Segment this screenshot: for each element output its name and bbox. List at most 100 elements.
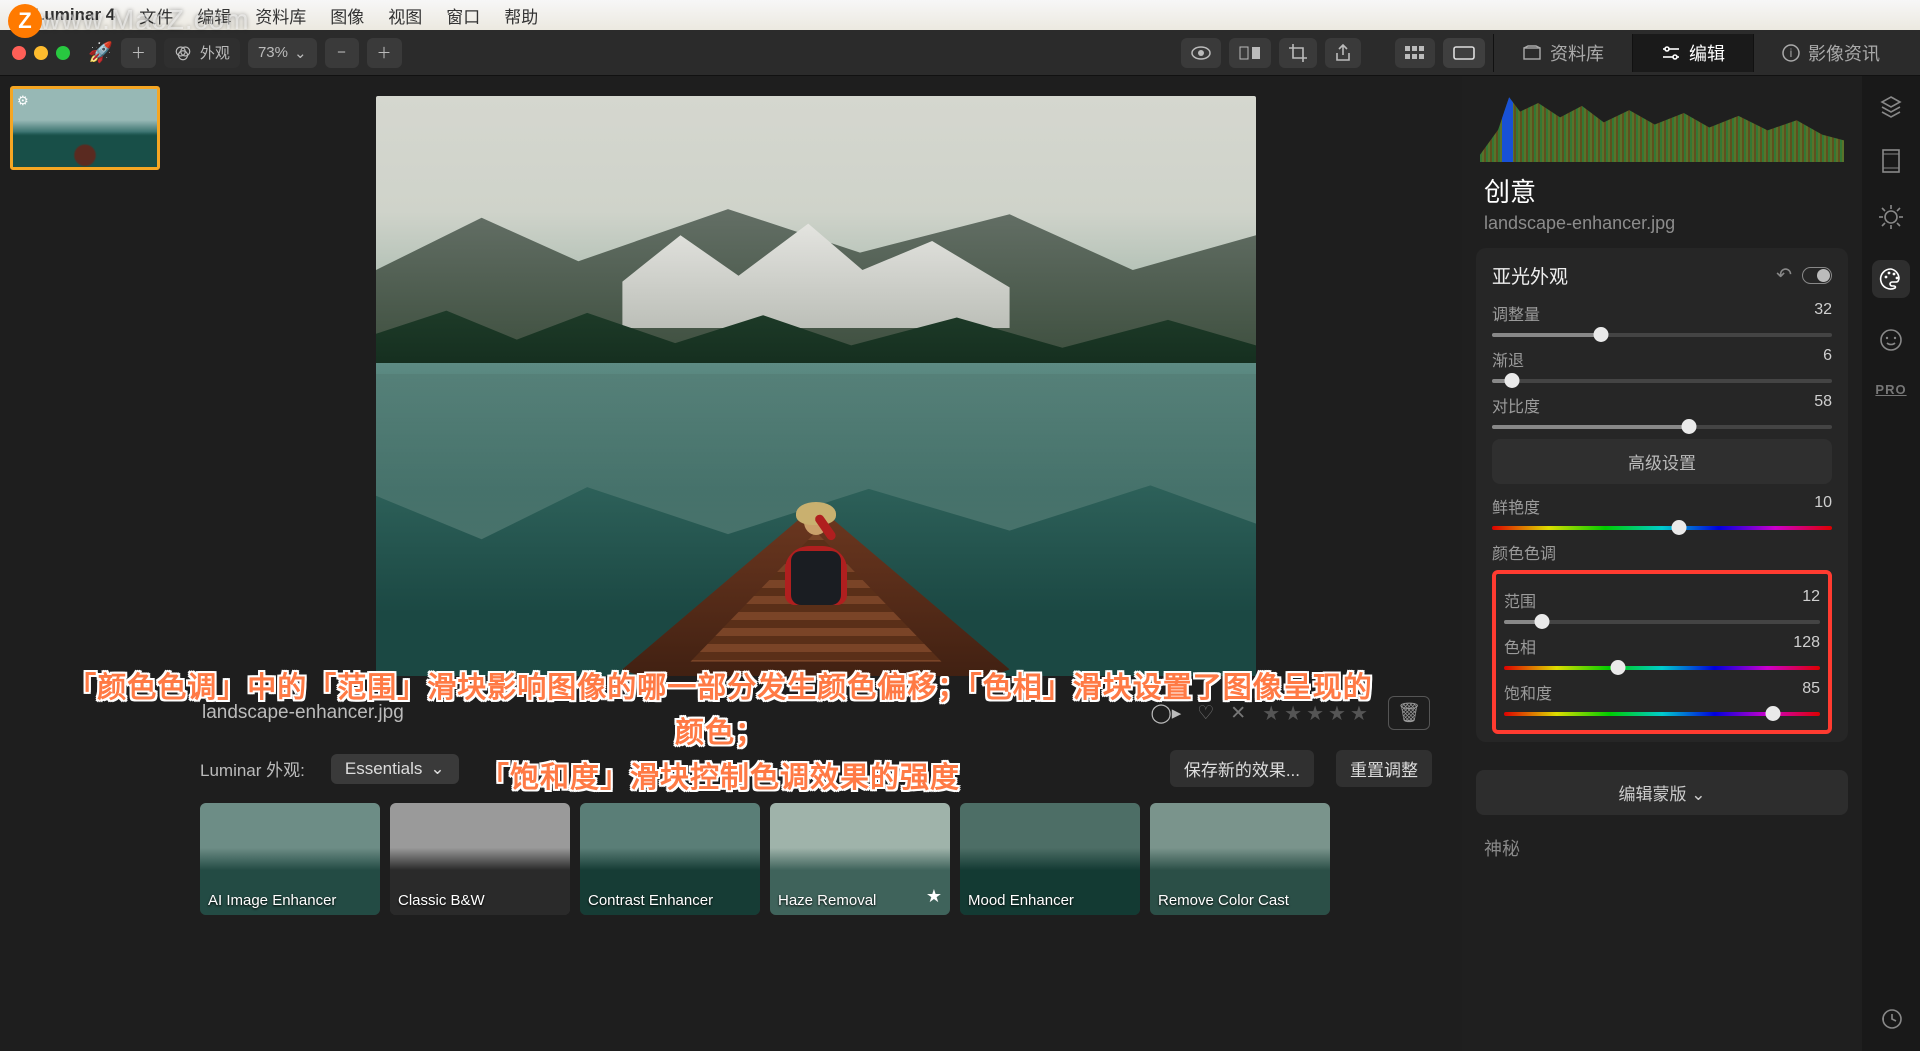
mode-edit[interactable]: 编辑 [1632,34,1753,72]
mode-library[interactable]: 资料库 [1493,34,1632,72]
zoom-dropdown[interactable]: 73% ⌄ [248,38,317,68]
color-tone-header: 颜色色调 [1492,540,1832,564]
preset-item[interactable]: Haze Removal★ [770,803,950,915]
mode-info[interactable]: i 影像资讯 [1753,34,1908,72]
looks-label: 外观 [200,42,230,63]
sliders-icon [1661,45,1681,61]
preset-label: Remove Color Cast [1158,892,1322,909]
zoom-value: 73% [258,44,288,61]
slider-value: 85 [1802,680,1820,704]
preset-item[interactable]: Classic B&W [390,803,570,915]
compare-button[interactable] [1229,38,1271,68]
pro-icon[interactable]: PRO [1875,382,1906,397]
menu-window[interactable]: 窗口 [446,3,480,28]
grid-view-button[interactable] [1395,38,1435,68]
rocket-icon[interactable]: 🚀 [88,40,113,65]
preset-item[interactable]: Contrast Enhancer [580,803,760,915]
slider-saturation[interactable]: 饱和度 85 [1504,680,1820,716]
compare-icon [1239,46,1261,60]
mode-info-label: 影像资讯 [1808,40,1880,66]
looks-button[interactable]: 外观 [164,38,240,68]
filmstrip: ⚙ [0,76,170,1051]
preset-label: Haze Removal [778,892,942,909]
preset-item[interactable]: AI Image Enhancer [200,803,380,915]
menu-library[interactable]: 资料库 [255,3,306,28]
share-icon [1335,44,1351,62]
zoom-out-button[interactable]: − [325,38,359,68]
slider-value: 32 [1814,301,1832,325]
editor-center: landscape-enhancer.jpg ◯▸ ♡ ✕ ★★★★★ 🗑 Lu… [170,76,1462,1051]
delete-button[interactable]: 🗑 [1388,696,1430,730]
matte-look-card: 亚光外观 ↶ 调整量32 渐退 6 对比度 58 高级设置 鲜艳度10 [1476,248,1848,742]
preset-item[interactable]: Remove Color Cast [1150,803,1330,915]
edit-panel: 创意 landscape-enhancer.jpg 亚光外观 ↶ 调整量32 渐… [1462,76,1862,1051]
slider-value: 10 [1814,494,1832,518]
slider-amount[interactable]: 调整量32 [1492,301,1832,337]
mac-menubar: Luminar 4 文件 编辑 资料库 图像 视图 窗口 帮助 [0,0,1920,30]
add-button[interactable]: ＋ [121,38,156,68]
preset-label: Mood Enhancer [968,892,1132,909]
minimize-window-icon[interactable] [34,46,48,60]
slider-label: 饱和度 [1504,680,1552,704]
slider-contrast[interactable]: 对比度 58 [1492,393,1832,429]
next-tool-label[interactable]: 神秘 [1462,829,1862,867]
histogram[interactable] [1480,90,1844,162]
tutorial-annotation: 「颜色色调」中的「范围」滑块影响图像的哪一部分发生颜色偏移；「色相」滑块设置了图… [60,666,1380,801]
panel-section-title: 创意 [1462,170,1862,213]
panel-filename: landscape-enhancer.jpg [1462,213,1862,248]
watermark-logo: Z [8,4,42,38]
edit-mask-button[interactable]: 编辑蒙版 ⌄ [1476,770,1848,815]
history-icon[interactable] [1879,1007,1903,1031]
preset-label: Classic B&W [398,892,562,909]
info-icon: i [1782,44,1800,62]
edit-mask-label: 编辑蒙版 [1619,785,1687,804]
card-title: 亚光外观 [1492,262,1568,289]
app-toolbar: 🚀 ＋ 外观 73% ⌄ − ＋ 资料库 编辑 i 影像资讯 [0,30,1920,76]
slider-range[interactable]: 范围12 [1504,588,1820,624]
slider-hue[interactable]: 色相128 [1504,634,1820,670]
adjustments-badge-icon: ⚙ [17,93,29,109]
grid-icon [1405,46,1425,60]
mode-edit-label: 编辑 [1689,40,1725,66]
watermark-text: www.MacZ.com [40,4,250,36]
window-controls [12,46,70,60]
chevron-down-icon: ⌄ [1691,785,1705,804]
card-toggle[interactable] [1802,267,1832,284]
slider-label: 对比度 [1492,393,1540,417]
preset-item[interactable]: Mood Enhancer [960,803,1140,915]
slider-fade[interactable]: 渐退 6 [1492,347,1832,383]
zoom-in-button[interactable]: ＋ [367,38,402,68]
slider-vibrance[interactable]: 鲜艳度10 [1492,494,1832,530]
single-view-button[interactable] [1443,38,1485,68]
star-icon: ★ [926,886,942,907]
slider-label: 范围 [1504,588,1536,612]
svg-text:i: i [1790,46,1793,60]
crop-icon [1289,44,1307,62]
essentials-icon[interactable] [1878,204,1904,230]
venn-icon [174,44,192,62]
menu-image[interactable]: 图像 [330,3,364,28]
menu-help[interactable]: 帮助 [504,3,538,28]
single-icon [1453,46,1475,60]
crop-button[interactable] [1279,38,1317,68]
menu-view[interactable]: 视图 [388,3,422,28]
fullscreen-window-icon[interactable] [56,46,70,60]
creative-icon[interactable] [1872,260,1910,298]
chevron-down-icon: ⌄ [294,44,307,62]
share-button[interactable] [1325,38,1361,68]
close-window-icon[interactable] [12,46,26,60]
undo-icon[interactable]: ↶ [1776,264,1792,287]
annotation-line2: 「饱和度」滑块控制色调效果的强度 [60,756,1380,801]
slider-label: 渐退 [1492,347,1524,371]
canvas-icon[interactable] [1880,148,1902,174]
mode-library-label: 资料库 [1550,40,1604,66]
thumbnail[interactable]: ⚙ [10,86,160,170]
preset-label: AI Image Enhancer [208,892,372,909]
slider-value: 6 [1823,347,1832,371]
image-canvas[interactable] [376,96,1256,676]
layers-icon[interactable] [1879,94,1903,118]
preview-button[interactable] [1181,38,1221,68]
advanced-settings-button[interactable]: 高级设置 [1492,439,1832,484]
portrait-icon[interactable] [1879,328,1903,352]
slider-value: 58 [1814,393,1832,417]
